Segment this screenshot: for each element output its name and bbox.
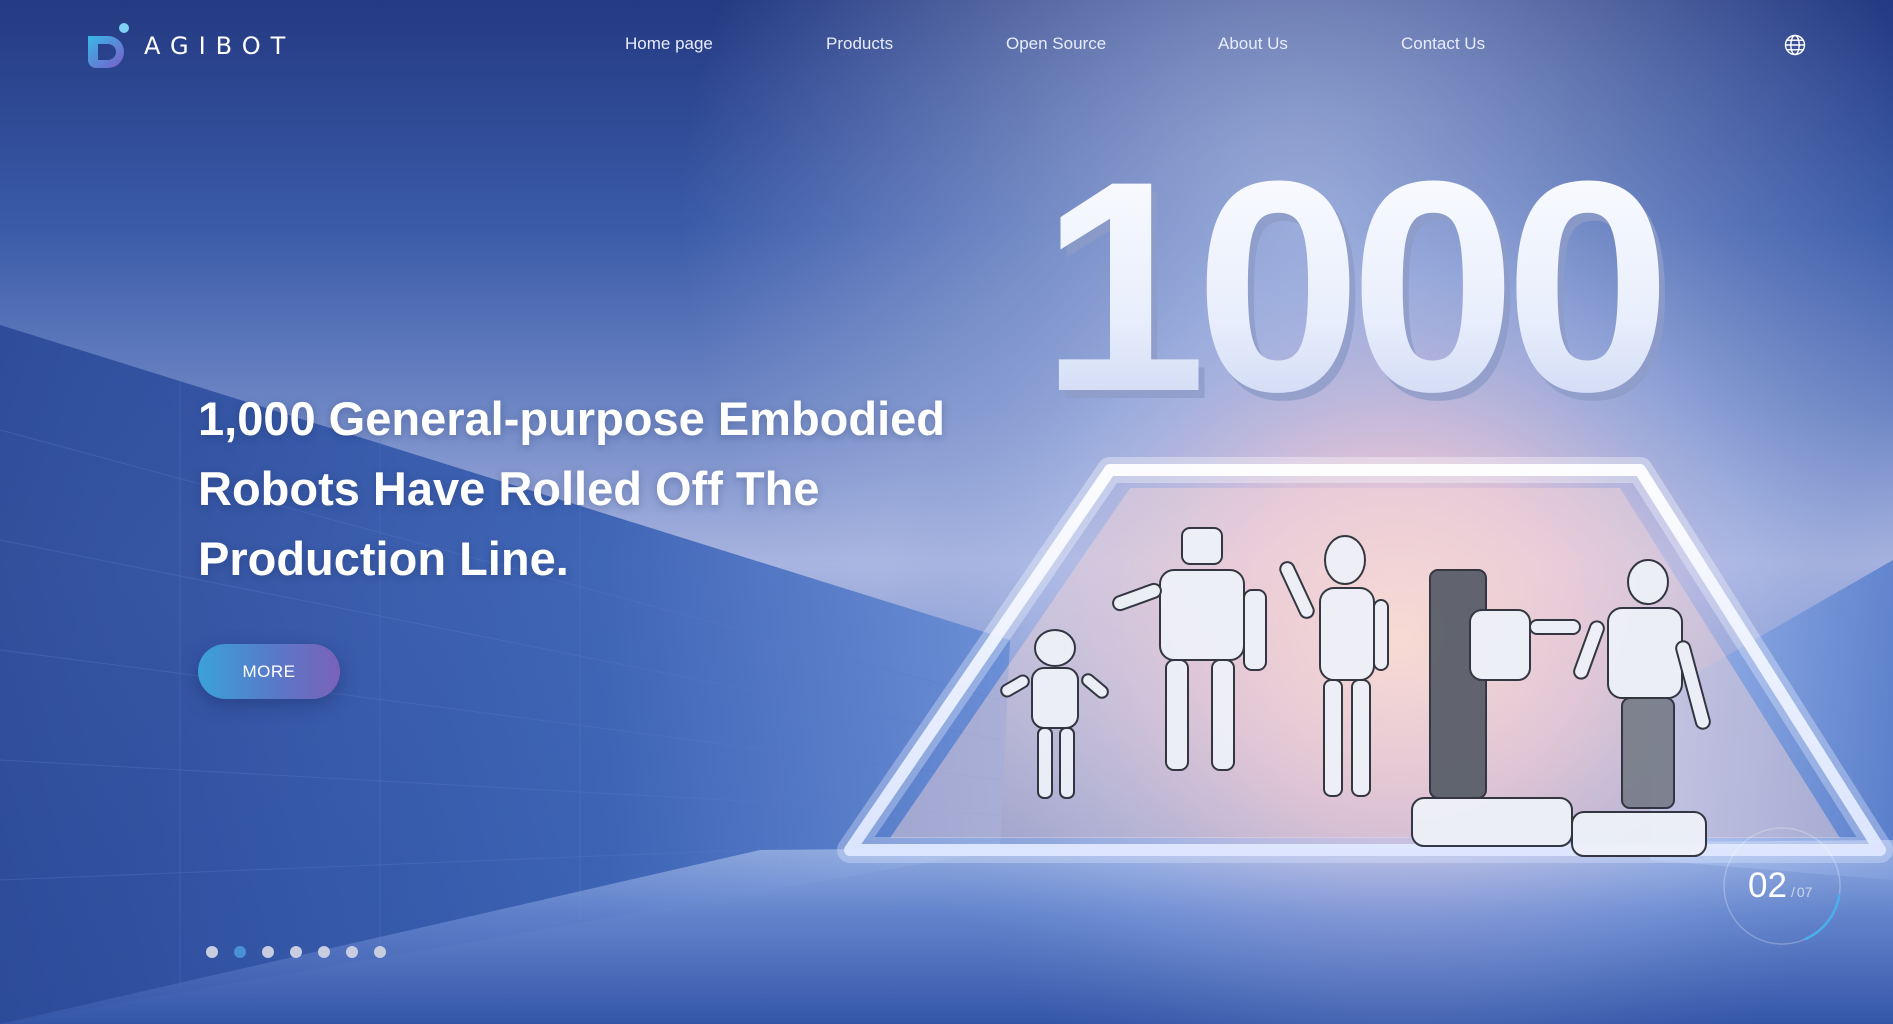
site-header: AGIBOT Home page Products Open Source Ab… <box>0 0 1893 92</box>
slide-counter: 02/07 <box>1722 826 1842 946</box>
carousel-dot[interactable] <box>374 946 386 958</box>
carousel-dot[interactable] <box>318 946 330 958</box>
carousel-dot[interactable] <box>234 946 246 958</box>
more-button[interactable]: MORE <box>198 644 340 699</box>
hero-big-number: 1000 1000 <box>1040 120 1677 420</box>
carousel-dots <box>206 946 386 958</box>
nav-item-home[interactable]: Home page <box>625 34 713 54</box>
hero-title: 1,000 General-purpose Embodied Robots Ha… <box>198 392 945 585</box>
carousel-dot[interactable] <box>206 946 218 958</box>
globe-icon[interactable] <box>1784 34 1806 56</box>
main-nav: Home page Products Open Source About Us … <box>0 34 1893 58</box>
slide-total: 07 <box>1796 884 1813 900</box>
hero-stage: 1000 1000 AGIBOT Home page Products Open… <box>0 0 1893 1024</box>
slide-current: 02 <box>1748 866 1787 905</box>
nav-item-about-us[interactable]: About Us <box>1218 34 1288 54</box>
nav-item-products[interactable]: Products <box>826 34 893 54</box>
carousel-dot[interactable] <box>290 946 302 958</box>
slide-counter-text: 02/07 <box>1748 866 1812 906</box>
nav-item-open-source[interactable]: Open Source <box>1006 34 1106 54</box>
slide-separator: / <box>1790 884 1795 900</box>
svg-text:1000: 1000 <box>1040 120 1659 420</box>
nav-item-contact-us[interactable]: Contact Us <box>1401 34 1485 54</box>
carousel-dot[interactable] <box>262 946 274 958</box>
carousel-dot[interactable] <box>346 946 358 958</box>
